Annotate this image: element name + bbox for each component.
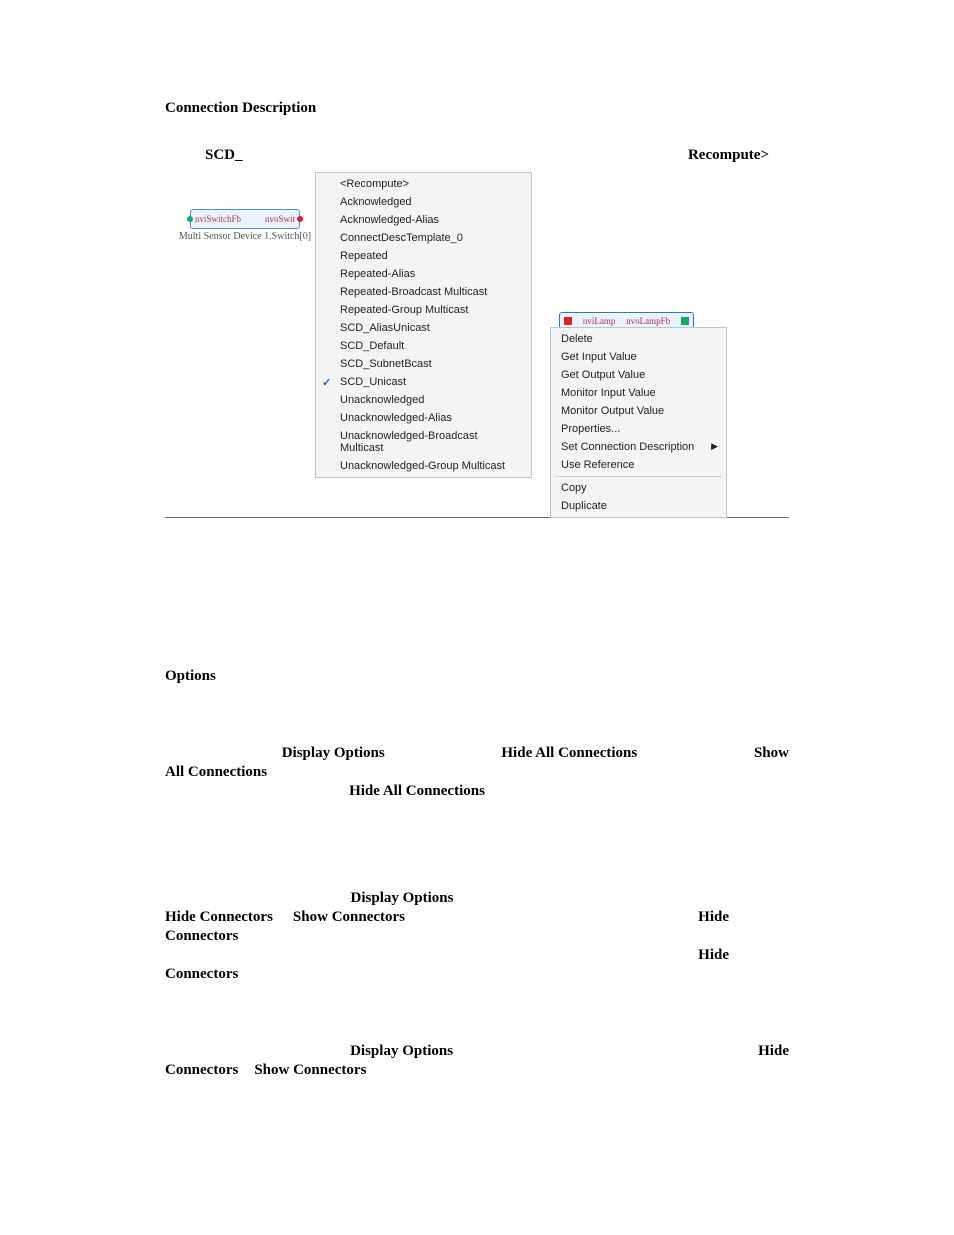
dropdown-item[interactable]: ConnectDescTemplate_0 — [316, 229, 531, 247]
text-all-connections: All Connections — [165, 764, 267, 781]
dropdown-item[interactable]: Unacknowledged-Group Multicast — [316, 457, 531, 475]
section-heading: Connection Description — [165, 100, 789, 117]
text-connectors-2: Connectors — [165, 966, 238, 983]
text-connectors: Connectors — [165, 928, 238, 945]
context-menu-item[interactable]: Monitor Output Value — [551, 402, 726, 420]
text-connectors-3: Connectors — [165, 1062, 238, 1079]
text-show-connectors-2: Show Connectors — [254, 1062, 366, 1079]
screenshot-area: nviSwitchFb nvoSwit Multi Sensor Device … — [165, 172, 789, 518]
nv-label: nvoLampFb — [626, 316, 670, 326]
dropdown-item[interactable]: SCD_SubnetBcast — [316, 355, 531, 373]
text-hide-all-connections-2: Hide All Connections — [349, 783, 485, 800]
context-menu[interactable]: DeleteGet Input ValueGet Output ValueMon… — [550, 327, 727, 518]
context-menu-item[interactable]: Monitor Input Value — [551, 384, 726, 402]
scd-prefix-label: SCD_ — [205, 147, 243, 164]
context-menu-item[interactable]: Get Input Value — [551, 348, 726, 366]
dropdown-item[interactable]: SCD_Unicast✓ — [316, 373, 531, 391]
text-display-options-2: Display Options — [351, 890, 454, 907]
port-icon — [681, 317, 689, 325]
context-menu-item[interactable]: Use Reference — [551, 456, 726, 474]
text-hide-2: Hide — [698, 947, 729, 964]
nv-label: nviLamp — [583, 316, 616, 326]
text-display-options: Display Options — [282, 745, 385, 762]
dropdown-item[interactable]: Unacknowledged-Alias — [316, 409, 531, 427]
dropdown-item[interactable]: Unacknowledged — [316, 391, 531, 409]
dropdown-item[interactable]: Repeated-Broadcast Multicast — [316, 283, 531, 301]
dropdown-item[interactable]: Unacknowledged-Broadcast Multicast — [316, 427, 531, 457]
menu-separator — [555, 476, 722, 477]
dropdown-item[interactable]: SCD_AliasUnicast — [316, 319, 531, 337]
dropdown-item[interactable]: Repeated-Group Multicast — [316, 301, 531, 319]
switch-fb-node[interactable]: nviSwitchFb nvoSwit — [190, 209, 300, 229]
context-menu-item[interactable]: Get Output Value — [551, 366, 726, 384]
chevron-right-icon: ▶ — [711, 441, 718, 452]
dropdown-item[interactable]: SCD_Default — [316, 337, 531, 355]
text-show: Show — [754, 745, 789, 762]
port-icon — [297, 216, 303, 222]
dropdown-item[interactable]: Repeated-Alias — [316, 265, 531, 283]
text-hide: Hide — [698, 909, 729, 926]
text-hide-connectors: Hide Connectors — [165, 909, 273, 926]
context-menu-item[interactable]: Properties... — [551, 420, 726, 438]
text-hide-all-connections: Hide All Connections — [501, 745, 637, 762]
dropdown-item[interactable]: Acknowledged-Alias — [316, 211, 531, 229]
checkmark-icon: ✓ — [322, 376, 331, 389]
dropdown-item[interactable]: <Recompute> — [316, 175, 531, 193]
dropdown-item[interactable]: Acknowledged — [316, 193, 531, 211]
text-display-options-3: Display Options — [350, 1043, 453, 1060]
dropdown-item[interactable]: Repeated — [316, 247, 531, 265]
device-caption: Multi Sensor Device 1.Switch[0] — [160, 231, 330, 242]
recompute-label: Recompute> — [688, 147, 769, 164]
port-icon — [187, 216, 193, 222]
nv-label: nvoSwit — [265, 214, 295, 224]
context-menu-item[interactable]: Delete — [551, 330, 726, 348]
device-diagram: nviSwitchFb nvoSwit Multi Sensor Device … — [160, 207, 330, 242]
nv-label: nviSwitchFb — [195, 214, 241, 224]
port-icon — [564, 317, 572, 325]
text-show-connectors: Show Connectors — [293, 909, 405, 926]
context-menu-item[interactable]: Copy — [551, 479, 726, 497]
context-menu-item[interactable]: Set Connection Description▶ — [551, 438, 726, 456]
text-hide-3: Hide — [758, 1043, 789, 1060]
options-heading: Options — [165, 668, 789, 685]
connection-description-dropdown[interactable]: <Recompute>AcknowledgedAcknowledged-Alia… — [315, 172, 532, 478]
context-menu-item[interactable]: Duplicate — [551, 497, 726, 515]
